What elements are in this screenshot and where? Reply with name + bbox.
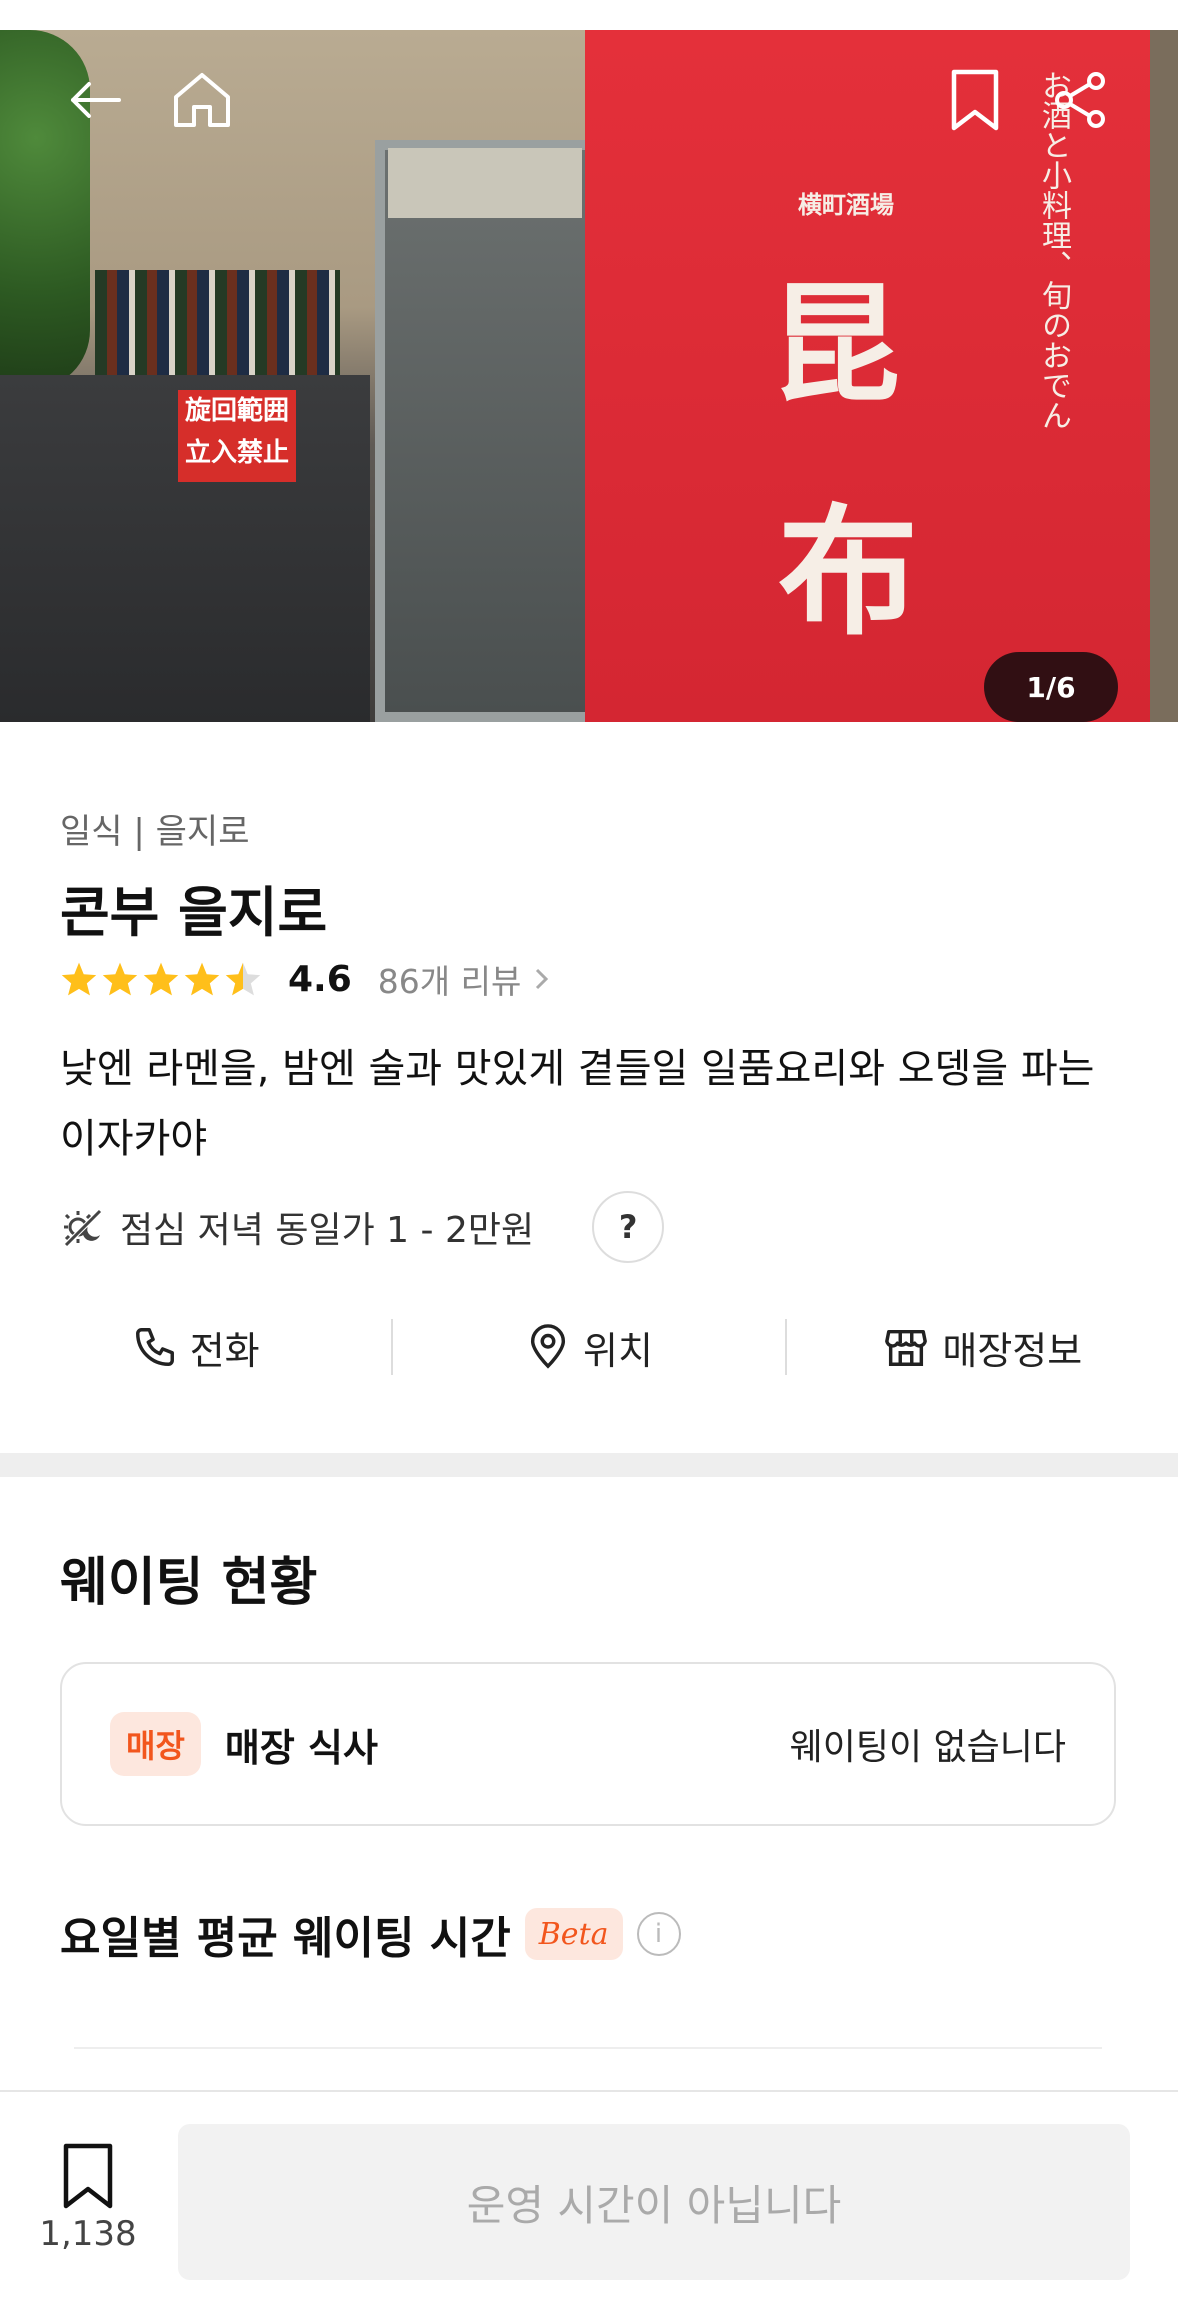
chevron-right-icon (536, 968, 549, 990)
star-rating (60, 961, 262, 997)
star-icon (61, 962, 97, 996)
bookmark-count: 1,138 (39, 2214, 137, 2254)
avg-waiting-header: 요일별 평균 웨이팅 시간 Beta i (60, 1902, 681, 1966)
star-icon (143, 962, 179, 996)
hero-curtain-small-text: 横町酒場 (798, 191, 894, 219)
price-help-button[interactable]: ? (592, 1191, 665, 1263)
map-pin-icon (530, 1324, 566, 1369)
avg-waiting-title: 요일별 평균 웨이팅 시간 (60, 1913, 511, 1964)
bottom-bar: 1,138 운영 시간이 아닙니다 (0, 2090, 1178, 2307)
save-bookmark-button[interactable]: 1,138 (39, 2142, 137, 2272)
star-half-icon (225, 962, 261, 996)
not-operating-button[interactable]: 운영 시간이 아닙니다 (178, 2124, 1130, 2280)
review-link[interactable]: 86개 리뷰 (378, 955, 554, 1003)
store-info-label: 매장정보 (942, 1328, 1083, 1373)
action-bar: 전화 위치 매장정보 (0, 1307, 1178, 1387)
waiting-status-text: 웨이팅이 없습니다 (789, 1727, 1066, 1768)
review-count-label: 86개 리뷰 (377, 962, 522, 1001)
hero-door-window (388, 148, 582, 218)
location-label: 위치 (583, 1328, 653, 1373)
hero-warning-sign: 旋回範囲 立入禁止 (178, 390, 296, 482)
phone-icon (135, 1328, 174, 1366)
divider (74, 2047, 1102, 2049)
dine-in-label: 매장 식사 (224, 1725, 378, 1770)
waiting-status-card: 매장 매장 식사 웨이팅이 없습니다 (60, 1662, 1116, 1826)
star-icon (184, 962, 220, 996)
image-counter: 1/6 (984, 652, 1118, 722)
info-icon[interactable]: i (636, 1912, 681, 1956)
category-label: 일식 | 을지로 (60, 812, 250, 852)
waiting-section-title: 웨이팅 현황 (60, 1553, 318, 1613)
dine-in-badge: 매장 (110, 1712, 201, 1776)
price-row: 점심 저녁 동일가 1 - 2만원 ? (60, 1191, 665, 1263)
back-arrow-icon[interactable] (55, 60, 135, 140)
bookmark-icon[interactable] (935, 60, 1015, 140)
hero-curtain-kanji-top: 昆 (770, 269, 901, 421)
rating-value: 4.6 (288, 958, 352, 1000)
beta-badge: Beta (524, 1908, 623, 1960)
hero-bottles (95, 270, 340, 380)
top-bar (0, 60, 1178, 140)
hero-curtain-kanji-bottom: 布 (778, 492, 919, 655)
rating-row: 4.6 86개 리뷰 (60, 954, 553, 1004)
share-icon[interactable] (1040, 60, 1120, 140)
hero-door (375, 140, 595, 722)
restaurant-description: 낮엔 라멘을, 밤엔 술과 맛있게 곁들일 일품요리와 오뎅을 파는 이자카야 (60, 1046, 1095, 1162)
restaurant-name: 콘부 을지로 (60, 881, 328, 944)
call-label: 전화 (189, 1328, 260, 1373)
location-button[interactable]: 위치 (391, 1319, 784, 1375)
price-text: 점심 저녁 동일가 1 - 2만원 (120, 1210, 535, 1251)
store-icon (885, 1329, 928, 1366)
day-night-icon (64, 1209, 102, 1247)
bookmark-outline-icon (63, 2143, 113, 2209)
star-icon (102, 962, 138, 996)
section-separator (0, 1453, 1178, 1477)
call-button[interactable]: 전화 (0, 1319, 391, 1375)
store-info-button[interactable]: 매장정보 (784, 1319, 1178, 1375)
home-icon[interactable] (162, 60, 242, 140)
